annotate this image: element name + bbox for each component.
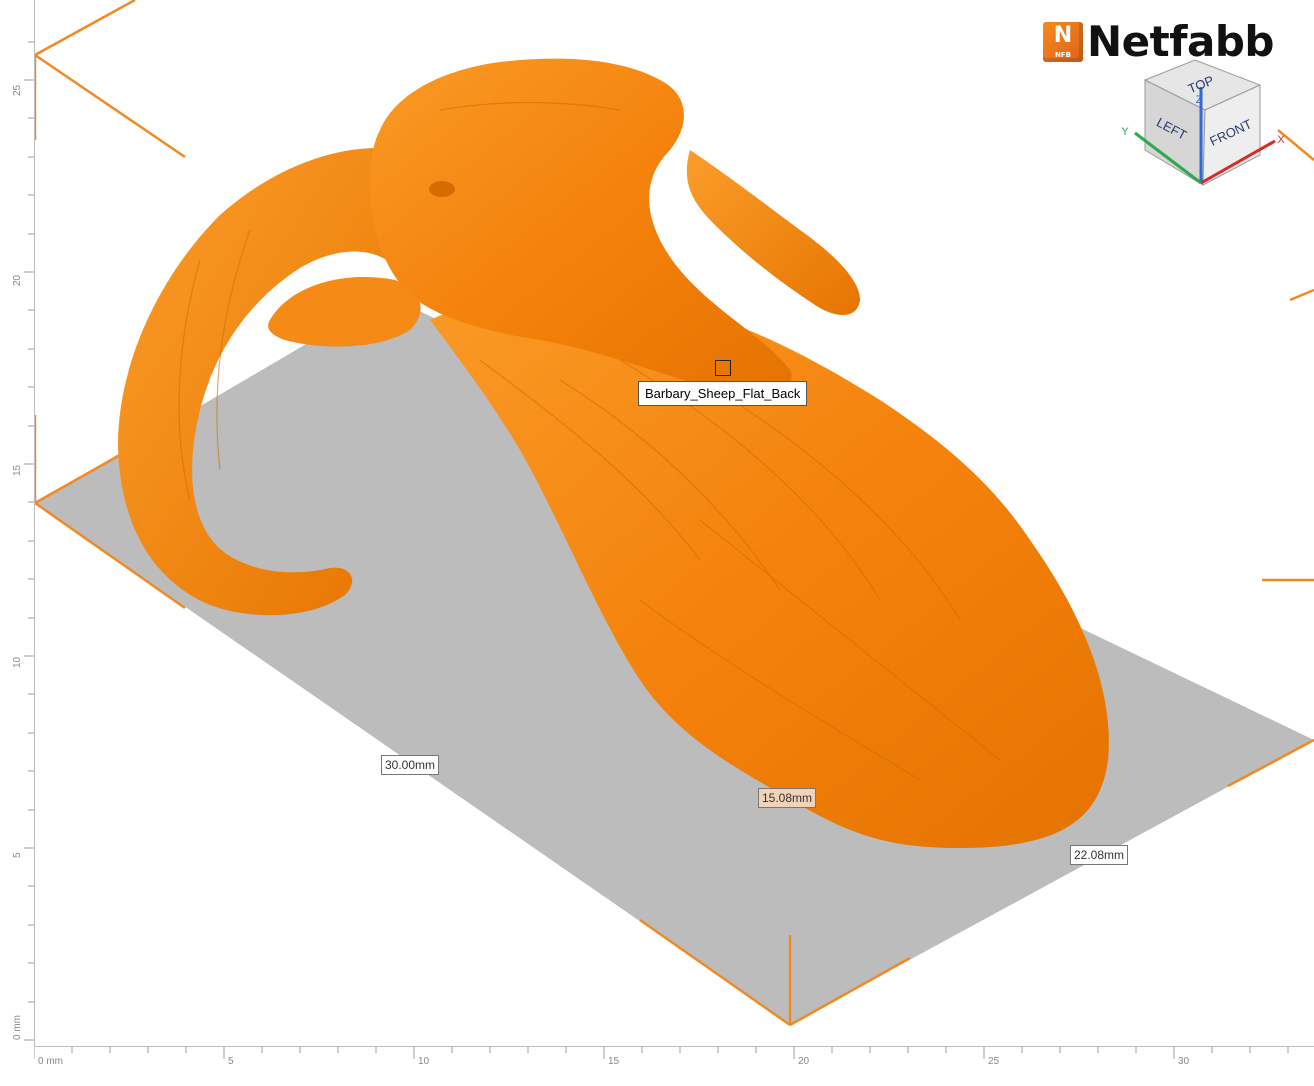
ruler-left-ticks [24, 41, 34, 1041]
axis-z-label: Z [1196, 94, 1203, 106]
ruler-bottom-label: 25 [988, 1056, 1000, 1067]
ruler-left-label: 5 [12, 852, 23, 858]
view-cube[interactable]: TOP LEFT FRONT Z Y X [1115, 55, 1285, 190]
logo-badge-letter: N [1053, 23, 1073, 48]
ruler-left-label: 0 mm [12, 1015, 23, 1040]
ruler-bottom-ticks [33, 1047, 1289, 1059]
part-pick-marker[interactable] [715, 360, 731, 376]
axis-y-label: Y [1121, 126, 1129, 138]
ruler-left-label: 20 [12, 274, 23, 286]
3d-viewport[interactable]: 0 mm 5 10 15 20 25 0 mm 5 10 15 20 25 30… [0, 0, 1314, 1081]
ruler-bottom-label: 15 [608, 1056, 620, 1067]
sheep-eye [429, 181, 455, 197]
ruler-bottom: 0 mm 5 10 15 20 25 30 [33, 1046, 1314, 1081]
ruler-bottom-label: 20 [798, 1056, 810, 1067]
dimension-x-label: 30.00mm [381, 755, 440, 775]
part-name-tooltip: Barbary_Sheep_Flat_Back [638, 381, 808, 406]
ruler-bottom-label: 30 [1178, 1056, 1190, 1067]
dimension-y-label: 22.08mm [1070, 845, 1129, 865]
axis-x-label: X [1277, 134, 1285, 146]
logo-badge-sub: NFB [1055, 51, 1071, 59]
ruler-left: 0 mm 5 10 15 20 25 [0, 0, 35, 1046]
ruler-left-label: 15 [12, 464, 23, 476]
dimension-z-label: 15.08mm [758, 788, 817, 808]
netfabb-logo-badge: N NFB [1043, 22, 1083, 62]
sheep-horn-right [686, 150, 860, 316]
ruler-bottom-label: 10 [418, 1056, 430, 1067]
ruler-left-label: 10 [12, 656, 23, 668]
ruler-bottom-label: 5 [228, 1056, 234, 1067]
ruler-left-label: 25 [12, 84, 23, 96]
sheep-ear [268, 276, 421, 347]
ruler-bottom-label: 0 mm [38, 1056, 63, 1067]
